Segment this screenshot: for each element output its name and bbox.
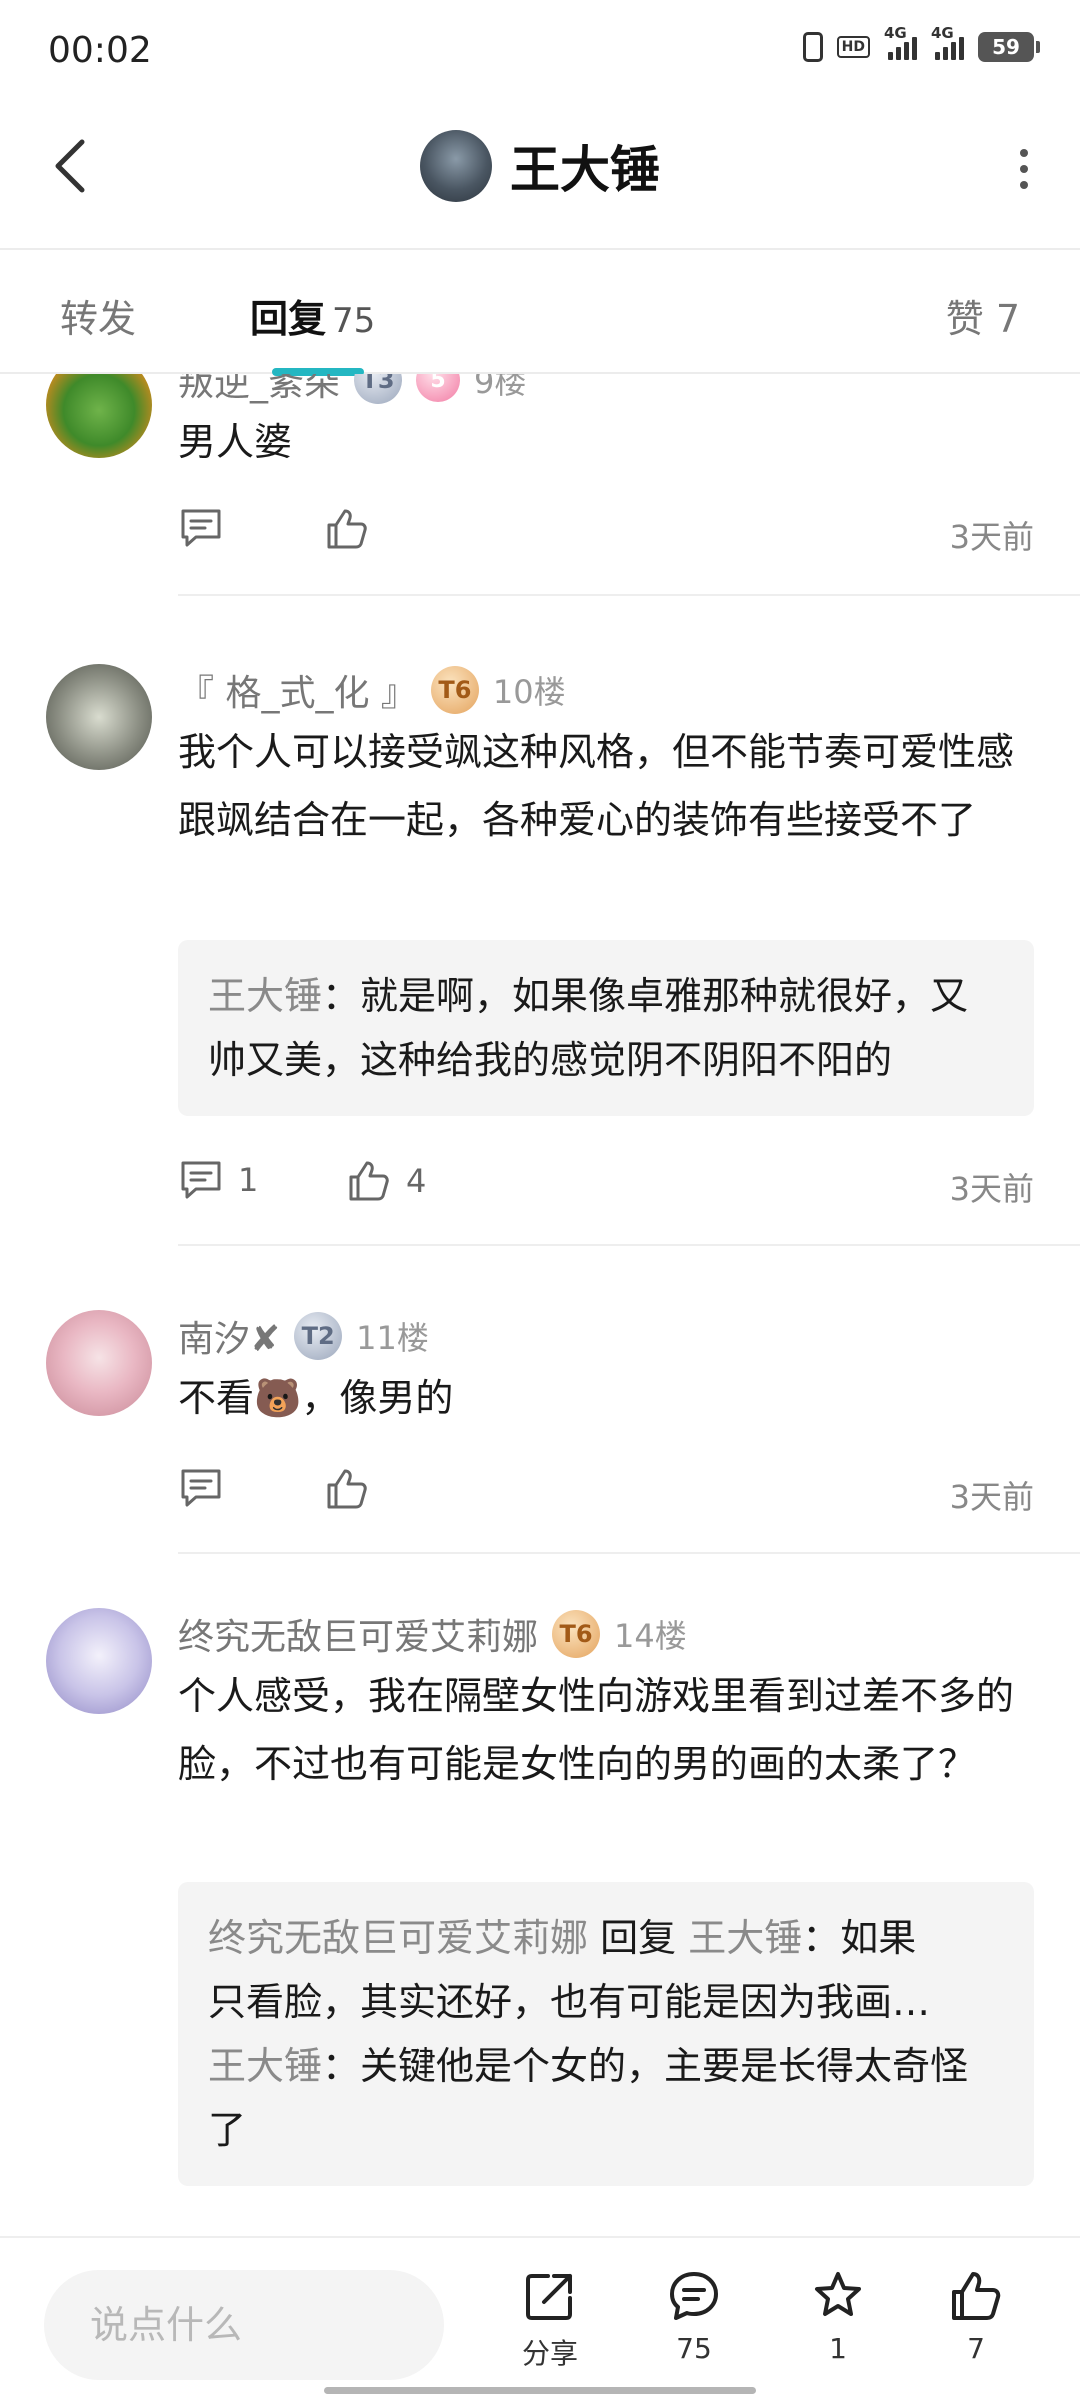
bottom-action-bar: 分享 75 1 7: [0, 2236, 1080, 2400]
level-badge: T6: [552, 1610, 601, 1658]
share-icon: [526, 2274, 572, 2320]
avatar[interactable]: [46, 1310, 152, 1416]
comment-text: 我个人可以接受飒这种风格，但不能节奏可爱性感跟飒结合在一起，各种爱心的装饰有些接…: [178, 730, 1015, 842]
comment-icon: [670, 2272, 718, 2320]
thumb-up-icon: [327, 1469, 367, 1509]
reply-author[interactable]: 王大锤: [208, 974, 322, 1018]
timestamp: 3天前: [949, 1170, 1034, 1208]
signal-icon: 4G: [884, 24, 917, 60]
vibrate-icon: [802, 32, 823, 62]
like-button[interactable]: [324, 1466, 370, 1512]
comment-header: 南汐✘ T2 11楼: [178, 1310, 429, 1362]
reply-verb: 回复: [600, 1916, 677, 1960]
comment-header: 终究无敌巨可爱艾莉娜 T6 14楼: [178, 1608, 687, 1660]
star-icon: [815, 2272, 861, 2316]
comment-count: 1: [238, 1161, 259, 1199]
top-header: 王大锤: [0, 100, 1080, 250]
tab-like[interactable]: 赞 7: [946, 288, 1020, 343]
comment-total: 75: [676, 2332, 712, 2365]
comment-button[interactable]: [178, 506, 224, 550]
floor-number: 11楼: [356, 1319, 429, 1357]
tab-reply-label: 回复: [250, 297, 327, 341]
battery-icon: 59: [978, 32, 1040, 62]
timestamp: 3天前: [949, 1478, 1034, 1516]
timestamp: 3天前: [949, 518, 1034, 556]
comment-icon: [181, 1469, 221, 1507]
reply-author[interactable]: 王大锤: [208, 2044, 322, 2088]
comment-input[interactable]: [44, 2270, 444, 2380]
divider: [178, 1552, 1080, 1554]
comment-text: 不看🐻，像男的: [178, 1376, 454, 1420]
comment-feed[interactable]: 叛逆_紊朵 T3 5 9楼 男人婆 3天前 『 格_式_化 』 T6 10楼 我…: [0, 374, 1080, 2236]
reply-line: 王大锤：关键他是个女的，主要是长得太奇怪了: [208, 2034, 1004, 2162]
reply-text: ：如果: [802, 1916, 917, 1960]
comment-header: 叛逆_紊朵 T3 5 9楼: [178, 374, 526, 406]
avatar[interactable]: [46, 664, 152, 770]
divider: [178, 594, 1080, 596]
comment-actions: 3天前: [178, 506, 1034, 562]
avatar[interactable]: [46, 1608, 152, 1714]
comment-actions: 1 4 3天前: [178, 1158, 1034, 1214]
header-user[interactable]: 王大锤: [0, 130, 1080, 202]
more-dots-icon[interactable]: [1004, 144, 1044, 194]
like-post-button[interactable]: 7: [926, 2268, 1026, 2365]
signal-icon: 4G: [931, 24, 964, 60]
level-badge: 5: [416, 374, 461, 402]
floor-number: 9楼: [474, 374, 527, 401]
avatar[interactable]: [46, 374, 152, 458]
comments-button[interactable]: 75: [644, 2268, 744, 2365]
floor-number: 10楼: [492, 673, 566, 711]
username[interactable]: 终究无敌巨可爱艾莉娜: [178, 1608, 538, 1660]
reply-box[interactable]: 终究无敌巨可爱艾莉娜 回复 王大锤：如果 只看脸，其实还好，也有可能是因为我画……: [178, 1882, 1034, 2186]
like-button[interactable]: 4: [346, 1158, 426, 1204]
like-count: 4: [406, 1162, 427, 1200]
comment-text: 个人感受，我在隔壁女性向游戏里看到过差不多的脸，不过也有可能是女性向的男的画的太…: [178, 1674, 1015, 1786]
level-badge: T3: [354, 374, 403, 404]
status-time: 00:02: [48, 30, 152, 71]
comment-actions: 3天前: [178, 1466, 1034, 1522]
reply-text: ：就是啊，如果像卓雅那种就很好，又帅又美，这种给我的感觉阴不阴阳不阳的: [208, 974, 969, 1082]
reply-text-continued: 只看脸，其实还好，也有可能是因为我画…: [208, 1980, 931, 2024]
like-button[interactable]: [324, 506, 370, 552]
favorite-count: 1: [829, 2332, 847, 2365]
home-indicator[interactable]: [324, 2387, 756, 2394]
status-bar: 00:02 HD 4G 4G 59: [0, 0, 1080, 100]
like-total: 7: [967, 2332, 985, 2365]
username[interactable]: 南汐✘: [178, 1310, 280, 1362]
tab-reply-count: 75: [332, 301, 376, 341]
status-icons: HD 4G 4G 59: [802, 24, 1040, 62]
username[interactable]: 『 格_式_化 』: [178, 664, 417, 716]
favorite-button[interactable]: 1: [788, 2268, 888, 2365]
thumb-up-icon: [952, 2272, 1001, 2320]
reply-author[interactable]: 终究无敌巨可爱艾莉娜: [208, 1916, 588, 1960]
username[interactable]: 叛逆_紊朵: [178, 374, 340, 406]
reply-target[interactable]: 王大锤: [688, 1916, 802, 1960]
comment-button[interactable]: 1: [178, 1158, 258, 1202]
comment-button[interactable]: [178, 1466, 224, 1510]
reply-text: ：关键他是个女的，主要是长得太奇怪了: [208, 2044, 969, 2152]
share-button[interactable]: 分享: [500, 2268, 600, 2372]
comment-text: 男人婆: [178, 420, 293, 464]
avatar[interactable]: [420, 130, 492, 202]
page-title: 王大锤: [510, 141, 660, 199]
divider: [178, 1244, 1080, 1246]
tab-forward[interactable]: 转发: [60, 288, 136, 343]
thumb-up-icon: [327, 509, 367, 549]
comment-icon: [181, 509, 221, 547]
thumb-up-icon: [349, 1161, 389, 1201]
tab-reply[interactable]: 回复 75: [250, 288, 375, 343]
level-badge: T6: [430, 666, 479, 714]
comment-header: 『 格_式_化 』 T6 10楼: [178, 664, 566, 716]
share-label: 分享: [521, 2337, 578, 2370]
comment-icon: [181, 1161, 221, 1199]
reply-box[interactable]: 王大锤：就是啊，如果像卓雅那种就很好，又帅又美，这种给我的感觉阴不阴阳不阳的: [178, 940, 1034, 1116]
tab-bar: 转发 回复 75 赞 7: [0, 252, 1080, 376]
level-badge: T2: [294, 1312, 343, 1360]
hd-icon: HD: [836, 36, 870, 58]
reply-line: 终究无敌巨可爱艾莉娜 回复 王大锤：如果: [208, 1906, 1004, 1970]
floor-number: 14楼: [614, 1617, 687, 1655]
